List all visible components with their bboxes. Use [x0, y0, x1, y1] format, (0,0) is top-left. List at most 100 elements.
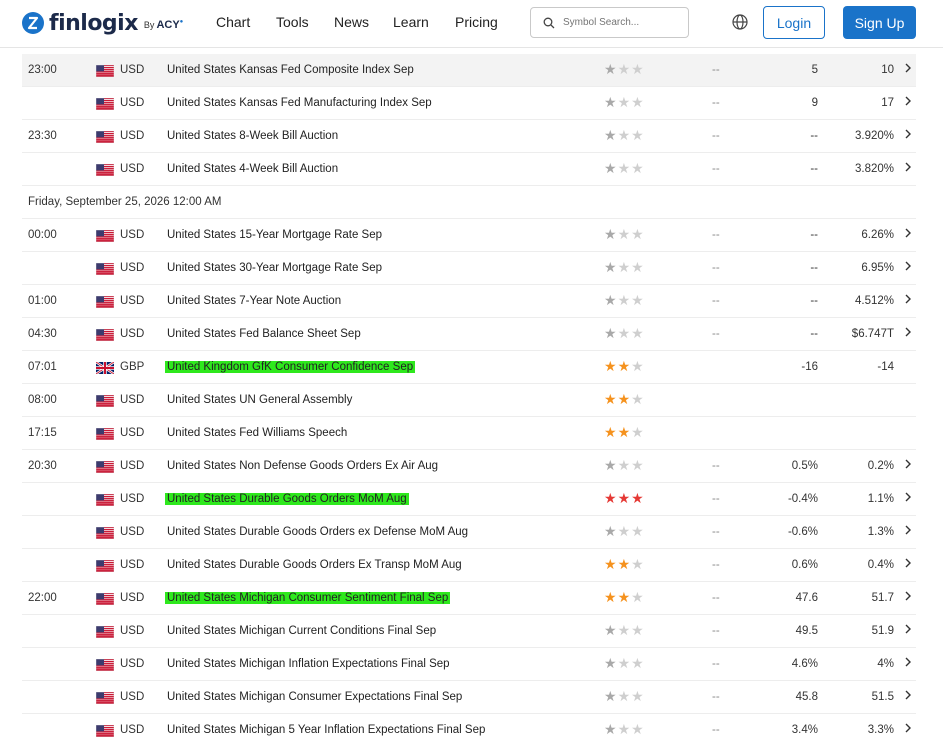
- event-row[interactable]: USD United States Durable Goods Orders Ex…: [22, 549, 916, 582]
- us-flag-icon: [96, 494, 114, 506]
- event-previous: 3.820%: [854, 163, 894, 175]
- chevron-right-icon[interactable]: [904, 458, 912, 470]
- chevron-right-icon[interactable]: [904, 656, 912, 668]
- chevron-right-icon[interactable]: [904, 128, 912, 140]
- event-previous: 3.920%: [854, 130, 894, 142]
- event-name[interactable]: United States 30-Year Mortgage Rate Sep: [167, 262, 382, 274]
- nav-chart[interactable]: Chart: [216, 14, 250, 30]
- event-row[interactable]: 22:00 USD United States Michigan Consumer …: [22, 582, 916, 615]
- us-flag-icon: [96, 164, 114, 176]
- chevron-right-icon[interactable]: [904, 623, 912, 635]
- event-name[interactable]: United States 8-Week Bill Auction: [167, 130, 338, 142]
- event-row[interactable]: 04:30 USD United States Fed Balance Sheet …: [22, 318, 916, 351]
- importance-star-icon: ★: [631, 292, 645, 308]
- event-forecast: 5: [811, 64, 818, 76]
- event-name[interactable]: United States Durable Goods Orders ex De…: [167, 526, 468, 538]
- event-row[interactable]: 08:00 USD United States UN General Assembl…: [22, 384, 916, 417]
- event-currency: USD: [120, 691, 145, 703]
- event-name[interactable]: United States Michigan Consumer Sentimen…: [165, 592, 451, 604]
- event-name[interactable]: United States Fed Balance Sheet Sep: [167, 328, 361, 340]
- chevron-right-icon[interactable]: [904, 62, 912, 74]
- nav-learn[interactable]: Learn: [393, 14, 429, 30]
- event-row[interactable]: 23:30 USD United States 8-Week Bill Auctio…: [22, 120, 916, 153]
- event-previous: 6.26%: [861, 229, 894, 241]
- event-name[interactable]: United States Durable Goods Orders Ex Tr…: [167, 559, 462, 571]
- event-forecast: 47.6: [795, 592, 818, 604]
- event-previous: 0.2%: [867, 460, 894, 472]
- finlogix-logo[interactable]: finlogix By ACY●: [22, 10, 183, 36]
- importance-star-icon: ★: [617, 226, 632, 242]
- day-header-row: Friday, September 25, 2026 12:00 AM: [22, 186, 916, 219]
- chevron-right-icon[interactable]: [904, 590, 912, 602]
- event-name[interactable]: United States 7-Year Note Auction: [167, 295, 341, 307]
- event-name[interactable]: United States Michigan 5 Year Inflation …: [167, 724, 485, 736]
- event-forecast: 3.4%: [791, 724, 818, 736]
- event-row[interactable]: USD United States Michigan 5 Year Inflati…: [22, 714, 916, 744]
- event-name[interactable]: United States Non Defense Goods Orders E…: [167, 460, 438, 472]
- signup-button[interactable]: Sign Up: [843, 6, 916, 39]
- event-previous: 10: [881, 64, 894, 76]
- us-flag-icon: [96, 65, 114, 77]
- event-name[interactable]: United States Michigan Inflation Expecta…: [167, 658, 450, 670]
- event-currency: USD: [120, 526, 145, 538]
- event-row[interactable]: USD United States Durable Goods Orders ex…: [22, 516, 916, 549]
- chevron-right-icon[interactable]: [904, 95, 912, 107]
- event-currency: USD: [120, 64, 145, 76]
- event-row[interactable]: USD United States Michigan Consumer Expec…: [22, 681, 916, 714]
- importance-star-icon: ★: [604, 391, 618, 407]
- symbol-search-input[interactable]: [563, 17, 673, 28]
- chevron-right-icon[interactable]: [904, 524, 912, 536]
- event-row[interactable]: 00:00 USD United States 15-Year Mortgage R…: [22, 219, 916, 252]
- globe-icon[interactable]: [731, 13, 749, 31]
- event-row[interactable]: USD United States Kansas Fed Manufacturin…: [22, 87, 916, 120]
- event-name[interactable]: United States UN General Assembly: [167, 394, 352, 406]
- event-row[interactable]: 17:15 USD United States Fed Williams Speec…: [22, 417, 916, 450]
- chevron-right-icon[interactable]: [904, 227, 912, 239]
- event-row[interactable]: 20:30 USD United States Non Defense Goods …: [22, 450, 916, 483]
- event-name[interactable]: United States Michigan Consumer Expectat…: [167, 691, 462, 703]
- event-row[interactable]: USD United States Durable Goods Orders Mo…: [22, 483, 916, 516]
- event-name[interactable]: United States 15-Year Mortgage Rate Sep: [167, 229, 382, 241]
- event-name[interactable]: United States Durable Goods Orders MoM A…: [165, 493, 409, 505]
- event-name[interactable]: United States Kansas Fed Manufacturing I…: [167, 97, 432, 109]
- event-name[interactable]: United States Michigan Current Condition…: [167, 625, 436, 637]
- event-row[interactable]: USD United States 30-Year Mortgage Rate S…: [22, 252, 916, 285]
- event-name[interactable]: United Kingdom GfK Consumer Confidence S…: [165, 361, 416, 373]
- event-previous: 3.3%: [867, 724, 894, 736]
- nav-pricing[interactable]: Pricing: [455, 14, 498, 30]
- chevron-right-icon[interactable]: [904, 491, 912, 503]
- importance-star-icon: ★: [631, 226, 645, 242]
- chevron-right-icon[interactable]: [904, 260, 912, 272]
- us-flag-icon: [96, 296, 114, 308]
- importance-star-icon: ★: [617, 490, 632, 506]
- us-flag-icon: [96, 263, 114, 275]
- event-name[interactable]: United States Kansas Fed Composite Index…: [167, 64, 414, 76]
- event-row[interactable]: USD United States Michigan Inflation Expe…: [22, 648, 916, 681]
- chevron-right-icon[interactable]: [904, 293, 912, 305]
- event-row[interactable]: USD United States Michigan Current Condit…: [22, 615, 916, 648]
- symbol-search[interactable]: [530, 7, 689, 38]
- event-name[interactable]: United States 4-Week Bill Auction: [167, 163, 338, 175]
- event-row[interactable]: USD United States 4-Week Bill Auction ★★★ -…: [22, 153, 916, 186]
- chevron-right-icon[interactable]: [904, 689, 912, 701]
- importance-star-icon: ★: [617, 127, 632, 143]
- event-row[interactable]: 23:00 USD United States Kansas Fed Composi…: [22, 54, 916, 87]
- importance-star-icon: ★: [604, 127, 618, 143]
- finlogix-logo-icon: [22, 12, 44, 34]
- chevron-right-icon[interactable]: [904, 722, 912, 734]
- nav-tools[interactable]: Tools: [276, 14, 309, 30]
- us-flag-icon: [96, 461, 114, 473]
- event-row[interactable]: 07:01 GBP United Kingdom GfK Consumer Conf…: [22, 351, 916, 384]
- chevron-right-icon[interactable]: [904, 161, 912, 173]
- importance-star-icon: ★: [617, 358, 632, 374]
- nav-news[interactable]: News: [334, 14, 369, 30]
- chevron-right-icon[interactable]: [904, 326, 912, 338]
- us-flag-icon: [96, 98, 114, 110]
- search-icon: [543, 17, 555, 28]
- chevron-right-icon[interactable]: [904, 557, 912, 569]
- importance-rating: ★★★: [604, 656, 645, 670]
- event-row[interactable]: 01:00 USD United States 7-Year Note Auctio…: [22, 285, 916, 318]
- event-name[interactable]: United States Fed Williams Speech: [167, 427, 347, 439]
- importance-star-icon: ★: [604, 523, 618, 539]
- login-button[interactable]: Login: [763, 6, 825, 39]
